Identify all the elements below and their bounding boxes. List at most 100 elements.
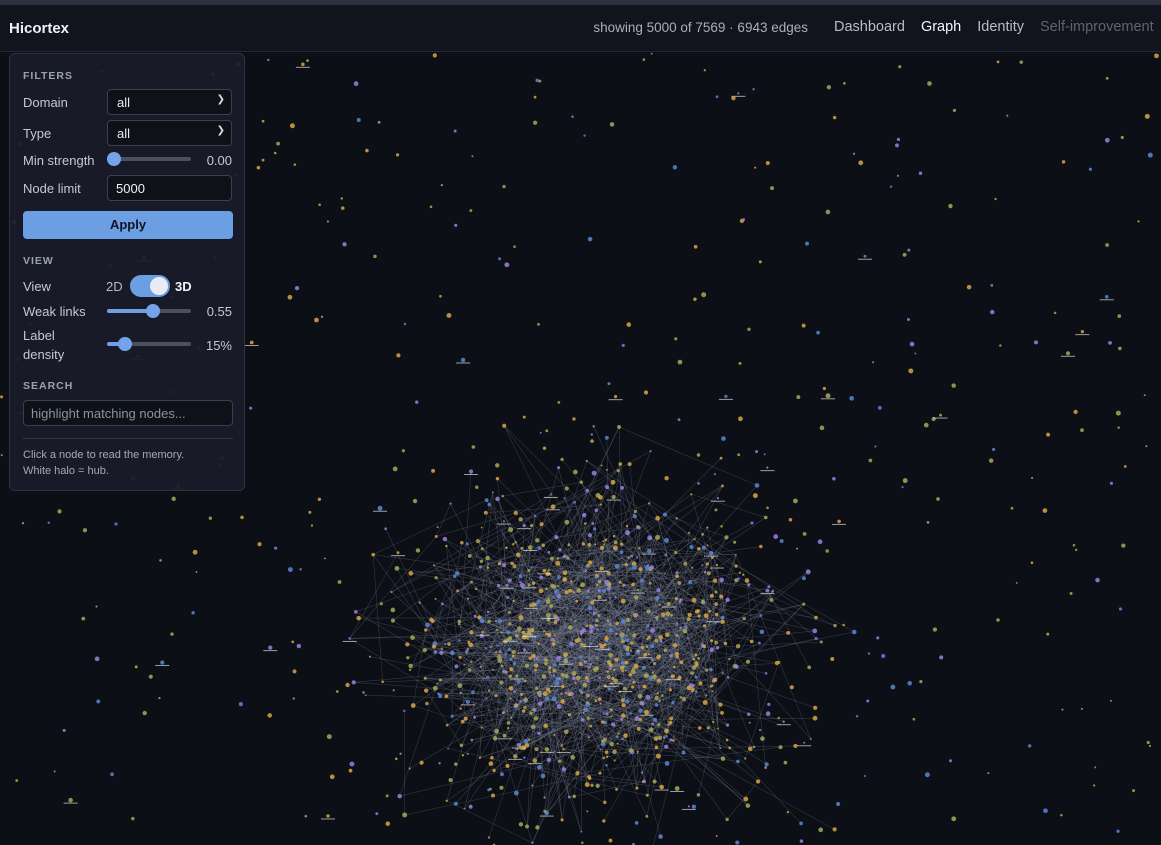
graph-edge xyxy=(373,499,487,555)
graph-node xyxy=(655,515,660,521)
graph-node xyxy=(424,628,428,632)
graph-node xyxy=(822,386,827,391)
nav-identity[interactable]: Identity xyxy=(977,19,1024,35)
nav-dashboard[interactable]: Dashboard xyxy=(834,19,905,35)
graph-node xyxy=(492,768,496,773)
graph-node xyxy=(533,716,539,721)
graph-node xyxy=(434,597,437,600)
graph-node xyxy=(534,514,537,518)
graph-node xyxy=(691,804,696,809)
nav-self-improvement[interactable]: Self-improvement xyxy=(1040,19,1154,35)
type-select-value: all xyxy=(117,126,131,141)
graph-node xyxy=(719,456,723,460)
graph-node xyxy=(523,756,526,759)
graph-node xyxy=(692,665,697,670)
view-3d-option[interactable]: 3D xyxy=(175,279,192,294)
graph-node xyxy=(646,609,651,614)
graph-node xyxy=(939,655,944,660)
graph-node xyxy=(533,659,536,662)
graph-node xyxy=(537,546,542,551)
app-brand[interactable]: Hicortex xyxy=(9,20,69,37)
search-input[interactable]: highlight matching nodes... xyxy=(23,400,233,426)
graph-node xyxy=(728,657,731,661)
graph-node xyxy=(469,630,474,635)
graph-node xyxy=(777,716,780,720)
graph-node xyxy=(695,663,699,667)
graph-node xyxy=(604,579,610,585)
graph-node xyxy=(599,566,604,571)
slider-thumb[interactable] xyxy=(107,152,121,166)
graph-node xyxy=(613,678,618,684)
graph-node xyxy=(466,597,470,600)
slider-thumb[interactable] xyxy=(117,337,132,351)
graph-node xyxy=(623,697,626,700)
nav-graph[interactable]: Graph xyxy=(921,19,961,35)
graph-node xyxy=(774,660,779,666)
graph-node xyxy=(812,715,818,721)
graph-node xyxy=(575,599,579,603)
graph-node xyxy=(488,761,494,766)
graph-node xyxy=(703,69,706,72)
graph-node xyxy=(586,716,590,720)
graph-node xyxy=(595,666,599,671)
graph-node xyxy=(1115,410,1121,416)
graph-node xyxy=(308,510,312,514)
graph-node xyxy=(656,588,661,593)
graph-node xyxy=(990,284,994,287)
graph-node xyxy=(591,470,597,476)
label-density-slider[interactable] xyxy=(107,336,191,352)
graph-node xyxy=(589,629,594,634)
graph-node xyxy=(643,390,649,395)
graph-node xyxy=(731,95,736,101)
graph-node xyxy=(438,678,442,682)
graph-node xyxy=(345,682,350,688)
graph-node xyxy=(483,510,488,515)
graph-node xyxy=(1104,137,1110,143)
graph-node xyxy=(996,60,1000,64)
graph-node xyxy=(1093,784,1096,787)
label-density-label-line2: density xyxy=(23,347,65,362)
graph-node xyxy=(580,633,583,636)
graph-node xyxy=(354,610,358,614)
graph-node xyxy=(439,650,444,655)
graph-node xyxy=(745,803,751,808)
graph-node xyxy=(342,242,347,247)
graph-node xyxy=(500,664,504,668)
graph-node xyxy=(564,729,569,735)
node-limit-input[interactable]: 5000 xyxy=(107,175,232,201)
graph-node xyxy=(701,292,707,298)
apply-button[interactable]: Apply xyxy=(23,211,233,239)
graph-node xyxy=(590,642,593,645)
graph-node xyxy=(497,618,503,624)
graph-node xyxy=(693,538,696,540)
graph-node xyxy=(647,653,650,656)
graph-node xyxy=(759,544,763,549)
slider-thumb[interactable] xyxy=(145,304,160,318)
graph-node xyxy=(719,594,724,599)
graph-node xyxy=(656,692,659,695)
graph-node xyxy=(487,562,490,565)
graph-node xyxy=(868,458,873,463)
graph-node xyxy=(485,555,490,561)
domain-select[interactable]: all ❯ xyxy=(107,89,232,115)
graph-node xyxy=(348,768,353,773)
weak-links-slider[interactable] xyxy=(107,303,191,319)
graph-node xyxy=(898,65,902,69)
graph-node xyxy=(651,674,657,680)
graph-node xyxy=(734,553,737,556)
graph-node xyxy=(566,607,569,610)
graph-node xyxy=(638,718,642,722)
view-dimension-toggle[interactable] xyxy=(130,275,170,297)
graph-node xyxy=(636,726,641,731)
graph-node xyxy=(720,711,724,715)
graph-node xyxy=(574,619,577,622)
type-select[interactable]: all ❯ xyxy=(107,120,232,146)
graph-node xyxy=(712,720,715,724)
graph-node xyxy=(612,545,618,551)
graph-node xyxy=(448,777,453,783)
graph-node xyxy=(608,652,614,658)
min-strength-slider[interactable] xyxy=(107,151,191,167)
view-2d-option[interactable]: 2D xyxy=(106,279,123,294)
graph-node xyxy=(615,788,618,791)
graph-node xyxy=(612,749,617,755)
